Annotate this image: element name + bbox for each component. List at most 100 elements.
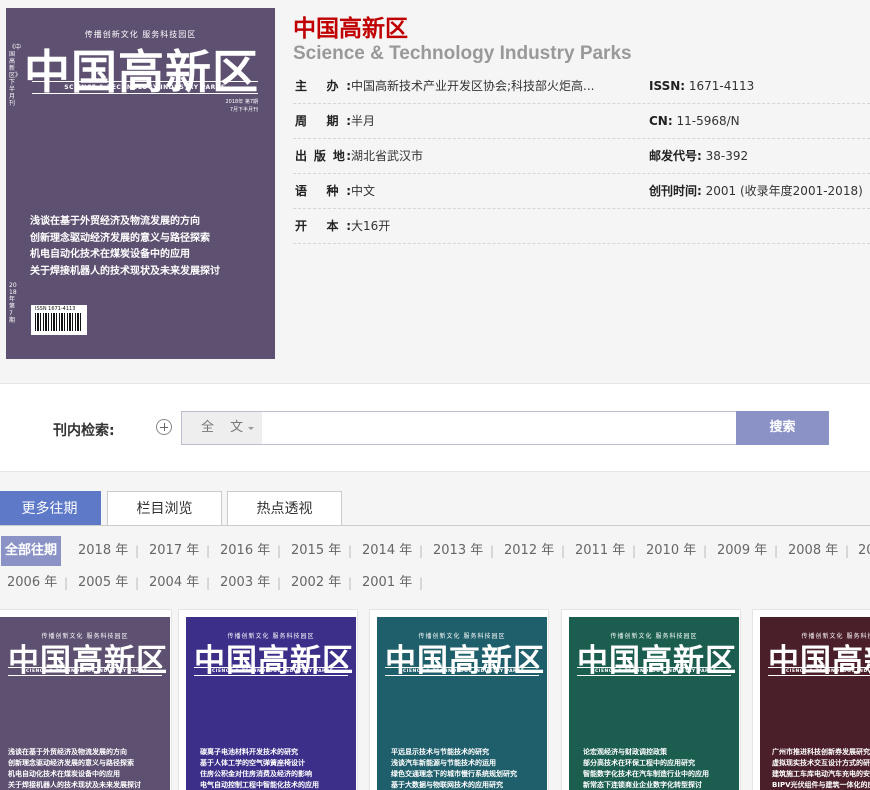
format-label: 开 本: xyxy=(295,219,351,233)
add-condition-icon[interactable] xyxy=(156,419,172,435)
info-row: 出 版 地:湖北省武汉市 邮发代号: 38-392 xyxy=(293,139,870,174)
cycle-field: 周 期:半月 xyxy=(295,104,375,139)
year-link[interactable]: 2012 年 xyxy=(504,536,554,566)
issue-cover-image[interactable]: 传播创新文化 服务科技园区 中国高新区 SCIENCE & TECHNOLOGY… xyxy=(0,617,170,790)
in-journal-search: 刊内检索: 全 文 搜索 xyxy=(0,383,870,471)
publish-place-label: 出 版 地: xyxy=(295,149,351,163)
year-link[interactable]: 2018 年 xyxy=(78,536,128,566)
year-link[interactable]: 2005 年 xyxy=(78,568,128,598)
founded-field: 创刊时间: 2001 (收录年度2001-2018) xyxy=(649,174,863,209)
year-link[interactable]: 2004 年 xyxy=(149,568,199,598)
issn-value: 1671-4113 xyxy=(688,79,755,93)
cover-headlines: 浅谈在基于外贸经济及物流发展的方向 创新理念驱动经济发展的意义与路径探索 机电自… xyxy=(30,216,220,277)
publish-place-field: 出 版 地:湖北省武汉市 xyxy=(295,139,423,174)
journal-info-panel: 传播创新文化 服务科技园区 《中国高新区》下半月刊 中国高新区 SCIENCE … xyxy=(0,0,870,383)
sponsor-value: 中国高新技术产业开发区协会;科技部火炬高... xyxy=(351,79,595,93)
publish-place-value: 湖北省武汉市 xyxy=(351,149,424,163)
issn-field: ISSN: 1671-4113 xyxy=(649,69,754,104)
search-scope-select[interactable]: 全 文 xyxy=(182,412,262,444)
year-link[interactable]: 2017 年 xyxy=(149,536,199,566)
year-link[interactable]: 2010 年 xyxy=(646,536,696,566)
journal-cover-image[interactable]: 传播创新文化 服务科技园区 《中国高新区》下半月刊 中国高新区 SCIENCE … xyxy=(6,8,275,359)
separator: | xyxy=(348,544,353,558)
year-link[interactable]: 2011 年 xyxy=(575,536,625,566)
separator: | xyxy=(277,544,282,558)
year-link[interactable]: 2008 年 xyxy=(788,536,838,566)
separator: | xyxy=(774,544,779,558)
issue-card[interactable]: 传播创新文化 服务科技园区 中国高新区 SCIENCE & TECHNOLOGY… xyxy=(0,609,172,790)
info-row: 周 期:半月 CN: 11-5968/N xyxy=(293,104,870,139)
postal-code-field: 邮发代号: 38-392 xyxy=(649,139,748,174)
cover-barcode: ISSN 1671-4113 xyxy=(31,305,87,335)
separator: | xyxy=(703,544,708,558)
year-link[interactable]: 2001 年 xyxy=(362,568,412,598)
search-input[interactable] xyxy=(263,412,733,444)
year-link[interactable]: 2003 年 xyxy=(220,568,270,598)
separator: | xyxy=(419,576,424,590)
info-row: 语 种:中文 创刊时间: 2001 (收录年度2001-2018) xyxy=(293,174,870,209)
sponsor-label: 主 办: xyxy=(295,79,351,93)
separator: | xyxy=(206,544,211,558)
year-link[interactable]: 2006 年 xyxy=(7,568,57,598)
separator: | xyxy=(632,544,637,558)
cn-label: CN: xyxy=(649,114,673,128)
search-box: 全 文 xyxy=(181,411,737,445)
language-field: 语 种:中文 xyxy=(295,174,375,209)
separator: | xyxy=(348,576,353,590)
cn-value: 11-5968/N xyxy=(676,114,740,128)
separator: | xyxy=(845,544,850,558)
year-link[interactable]: 2016 年 xyxy=(220,536,270,566)
separator: | xyxy=(490,544,495,558)
cover-issue: 2018年 第7期 7月下半月刊 xyxy=(225,99,259,113)
tab-divider xyxy=(0,525,870,526)
issue-cover-image[interactable]: 传播创新文化 服务科技园区 中国高新区 SCIENCE & TECHNOLOGY… xyxy=(186,617,356,790)
cycle-value: 半月 xyxy=(351,114,376,128)
separator: | xyxy=(64,576,69,590)
founded-value: 2001 (收录年度2001-2018) xyxy=(705,184,863,198)
cycle-label: 周 期: xyxy=(295,114,351,128)
separator: | xyxy=(419,544,424,558)
postal-code-value: 38-392 xyxy=(705,149,749,163)
cover-english: SCIENCE & TECHNOLOGY INDUSTRY PARKS xyxy=(64,84,226,91)
language-value: 中文 xyxy=(351,184,376,198)
year-link[interactable]: 2013 年 xyxy=(433,536,483,566)
issue-cover-image[interactable]: 传播创新文化 服务科技园区 中国高新区 SCIENCE & TECHNOLOGY… xyxy=(377,617,547,790)
year-link[interactable]: 20 xyxy=(858,536,870,566)
issue-card[interactable]: 传播创新文化 服务科技园区 中国高新区 SCIENCE & TECHNOLOGY… xyxy=(369,609,549,790)
issue-cover-image[interactable]: 传播创新文化 服务科技园区 中国高新区 SCIENCE & TECHNOLOGY… xyxy=(569,617,739,790)
language-label: 语 种: xyxy=(295,184,351,198)
tab-more-issues[interactable]: 更多往期 xyxy=(0,491,101,526)
journal-title: 中国高新区 xyxy=(293,16,408,42)
separator: | xyxy=(206,576,211,590)
issue-cover-image[interactable]: 传播创新文化 服务科技园区 中国高新区 SCIENCE & TECHNOLOGY… xyxy=(760,617,870,790)
cover-side-bottom: 2018年第7期 xyxy=(9,282,17,324)
format-field: 开 本:大16开 xyxy=(295,209,390,244)
year-link[interactable]: 2015 年 xyxy=(291,536,341,566)
issue-browser: 更多往期 栏目浏览 热点透视 全部往期 2018 年 | 2017 年 | 20… xyxy=(0,471,870,790)
cover-side-text: 《中国高新区》下半月刊 xyxy=(9,44,22,107)
issue-card[interactable]: 传播创新文化 服务科技园区 中国高新区 SCIENCE & TECHNOLOGY… xyxy=(178,609,358,790)
format-value: 大16开 xyxy=(351,219,391,233)
issn-label: ISSN: xyxy=(649,79,686,93)
year-link[interactable]: 2009 年 xyxy=(717,536,767,566)
year-all[interactable]: 全部往期 xyxy=(1,536,62,566)
search-label: 刊内检索: xyxy=(53,423,115,439)
sponsor-field: 主 办:中国高新技术产业开发区协会;科技部火炬高... xyxy=(295,69,595,104)
separator: | xyxy=(277,576,282,590)
separator: | xyxy=(561,544,566,558)
search-button[interactable]: 搜索 xyxy=(736,411,829,445)
cn-field: CN: 11-5968/N xyxy=(649,104,740,139)
caret-down-icon xyxy=(248,427,254,430)
journal-english-title: Science & Technology Industry Parks xyxy=(293,43,632,64)
cover-rule xyxy=(32,81,258,82)
year-link[interactable]: 2014 年 xyxy=(362,536,412,566)
issue-card[interactable]: 传播创新文化 服务科技园区 中国高新区 SCIENCE & TECHNOLOGY… xyxy=(752,609,870,790)
tab-column-browse[interactable]: 栏目浏览 xyxy=(107,491,222,526)
issue-card[interactable]: 传播创新文化 服务科技园区 中国高新区 SCIENCE & TECHNOLOGY… xyxy=(561,609,741,790)
tab-hot-topics[interactable]: 热点透视 xyxy=(227,491,342,526)
year-link[interactable]: 2002 年 xyxy=(291,568,341,598)
info-row: 主 办:中国高新技术产业开发区协会;科技部火炬高... ISSN: 1671-4… xyxy=(293,69,870,104)
separator: | xyxy=(135,576,140,590)
founded-label: 创刊时间: xyxy=(649,184,702,198)
postal-code-label: 邮发代号: xyxy=(649,149,702,163)
